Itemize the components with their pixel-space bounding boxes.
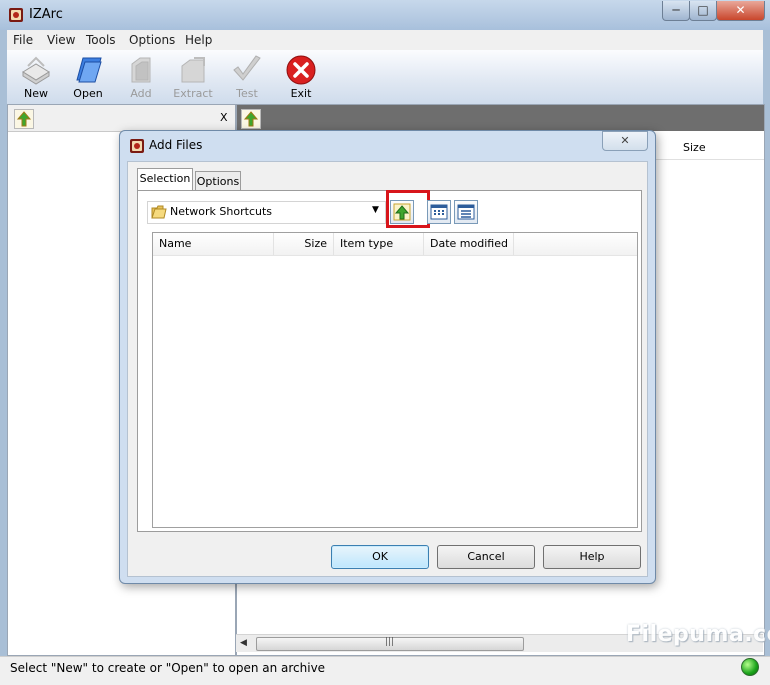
new-label: New xyxy=(24,87,48,100)
folder-tree-header: X xyxy=(8,105,235,132)
menu-options[interactable]: Options xyxy=(129,33,175,47)
watermark: Filepuma.com xyxy=(626,622,770,647)
list-view-button[interactable] xyxy=(454,200,478,224)
tab-options[interactable]: Options xyxy=(195,171,241,192)
folder-path-text: Network Shortcuts xyxy=(170,205,273,218)
checkmark-icon xyxy=(233,55,261,81)
test-button[interactable]: Test xyxy=(223,54,271,104)
up-folder-icon[interactable] xyxy=(14,109,34,129)
test-label: Test xyxy=(236,87,258,100)
minimize-button[interactable]: ─ xyxy=(662,1,690,21)
open-label: Open xyxy=(73,87,103,100)
details-view-icon xyxy=(430,204,448,220)
close-tree-button[interactable]: X xyxy=(220,111,228,124)
size-column-header[interactable]: Size xyxy=(683,141,706,154)
window-title: IZArc xyxy=(29,7,63,22)
exit-button[interactable]: Exit xyxy=(277,54,325,104)
list-view-icon xyxy=(457,204,475,220)
add-button[interactable]: Add xyxy=(117,54,165,104)
menu-bar: File View Tools Options Help xyxy=(7,30,763,50)
dialog-body: Selection Options Network Shortcuts ▼ Na… xyxy=(127,161,648,577)
highlight-box xyxy=(386,190,430,228)
open-button[interactable]: Open xyxy=(64,54,112,104)
dialog-close-button[interactable]: ✕ xyxy=(602,131,648,151)
chevron-down-icon[interactable]: ▼ xyxy=(372,205,379,215)
izarc-app-icon xyxy=(9,8,23,22)
menu-file[interactable]: File xyxy=(13,33,33,47)
toolbar: New Open Add Extract Test Exit xyxy=(7,50,763,105)
extract-icon xyxy=(181,57,205,83)
add-files-icon xyxy=(131,57,151,83)
help-button[interactable]: Help xyxy=(543,545,641,569)
ok-button[interactable]: OK xyxy=(331,545,429,569)
status-text: Select "New" to create or "Open" to open… xyxy=(10,661,326,675)
exit-icon xyxy=(286,55,316,85)
details-view-button[interactable] xyxy=(427,200,451,224)
status-bar: Select "New" to create or "Open" to open… xyxy=(0,656,770,685)
add-label: Add xyxy=(130,87,152,100)
folder-icon xyxy=(151,205,167,219)
up-folder-icon[interactable] xyxy=(241,109,261,129)
menu-view[interactable]: View xyxy=(47,33,75,47)
new-archive-icon xyxy=(22,56,50,85)
izarc-app-icon xyxy=(130,139,144,153)
dialog-title: Add Files xyxy=(149,138,203,152)
file-list-header: Name Size Item type Date modified xyxy=(153,233,637,256)
extract-label: Extract xyxy=(173,87,213,100)
column-size[interactable]: Size xyxy=(274,233,334,255)
scrollbar-thumb[interactable]: ||| xyxy=(256,637,524,651)
selection-panel: Network Shortcuts ▼ Name Size Item type … xyxy=(137,190,642,532)
new-button[interactable]: New xyxy=(12,54,60,104)
extract-button[interactable]: Extract xyxy=(169,54,217,104)
column-date-modified[interactable]: Date modified xyxy=(424,233,514,255)
tab-selection[interactable]: Selection xyxy=(137,168,193,191)
cancel-button[interactable]: Cancel xyxy=(437,545,535,569)
column-item-type[interactable]: Item type xyxy=(334,233,424,255)
close-window-button[interactable]: ✕ xyxy=(716,1,765,21)
menu-help[interactable]: Help xyxy=(185,33,212,47)
scroll-left-arrow-icon[interactable]: ◀ xyxy=(240,638,247,648)
add-files-dialog: Add Files ✕ Selection Options Network Sh… xyxy=(119,130,656,584)
open-archive-icon xyxy=(76,57,102,83)
file-list[interactable]: Name Size Item type Date modified xyxy=(152,232,638,528)
status-indicator-icon xyxy=(741,658,759,676)
folder-path-combobox[interactable]: Network Shortcuts ▼ xyxy=(147,201,386,224)
maximize-button[interactable]: □ xyxy=(689,1,717,21)
archive-path-bar xyxy=(237,105,764,131)
exit-label: Exit xyxy=(290,87,312,100)
title-bar[interactable]: IZArc ─ □ ✕ xyxy=(0,0,770,30)
column-name[interactable]: Name xyxy=(153,233,274,255)
menu-tools[interactable]: Tools xyxy=(86,33,116,47)
scrollbar-grip-icon: ||| xyxy=(385,637,395,647)
